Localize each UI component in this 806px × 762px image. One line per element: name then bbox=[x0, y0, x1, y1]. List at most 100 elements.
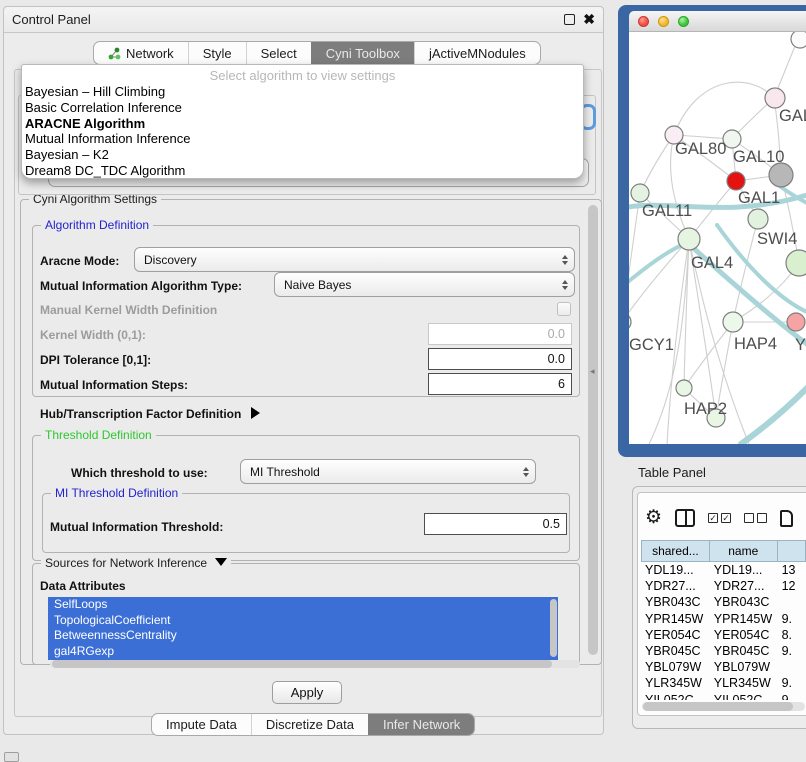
network-node-gal4[interactable] bbox=[678, 228, 700, 250]
combo-arrows-icon bbox=[562, 273, 568, 296]
attributes-hscroll-thumb[interactable] bbox=[52, 660, 552, 668]
network-edge[interactable] bbox=[629, 193, 640, 322]
attributes-hscroll-track[interactable] bbox=[50, 660, 580, 668]
network-node-gal11[interactable] bbox=[631, 184, 649, 202]
tab-style[interactable]: Style bbox=[188, 42, 246, 64]
aracne-mode-combobox[interactable]: Discovery bbox=[134, 247, 575, 272]
table-cell: YBR045C bbox=[710, 644, 778, 658]
tab-select[interactable]: Select bbox=[246, 42, 311, 64]
manual-kernel-label: Manual Kernel Width Definition bbox=[40, 303, 217, 317]
network-edge-highlighted[interactable] bbox=[629, 243, 687, 286]
attributes-list-scrollbar[interactable] bbox=[550, 599, 557, 657]
attribute-item[interactable]: BetweennessCentrality bbox=[48, 628, 558, 644]
network-edge[interactable] bbox=[640, 135, 674, 193]
table-row[interactable]: YLR345WYLR345W9. bbox=[641, 675, 806, 691]
apply-button[interactable]: Apply bbox=[272, 681, 342, 704]
network-window-titlebar[interactable] bbox=[629, 11, 806, 32]
network-node-hap2[interactable] bbox=[676, 380, 692, 396]
node-label: GAL bbox=[779, 107, 806, 125]
table-row[interactable]: YDL19...YDL19...13 bbox=[641, 562, 806, 578]
attribute-item[interactable]: SelfLoops bbox=[48, 597, 558, 613]
tab-discretize-data[interactable]: Discretize Data bbox=[251, 714, 368, 735]
network-canvas[interactable]: GALGAL80GAL10GAL1GAL11SWI4GAL4GCY1HAP4YH… bbox=[629, 32, 806, 444]
network-node-gcy1[interactable] bbox=[629, 313, 631, 331]
network-node[interactable] bbox=[769, 163, 793, 187]
splitter-collapse-icon[interactable]: ◂ bbox=[590, 366, 595, 377]
float-panel-icon[interactable] bbox=[564, 14, 575, 25]
table-row[interactable]: YBL079WYBL079W bbox=[641, 659, 806, 675]
table-row[interactable]: YPR145WYPR145W9. bbox=[641, 611, 806, 627]
network-node-y[interactable] bbox=[787, 313, 805, 331]
algorithm-option[interactable]: Basic Correlation Inference bbox=[22, 100, 583, 116]
data-attributes-list[interactable]: SelfLoopsTopologicalCoefficientBetweenne… bbox=[48, 597, 558, 660]
tab-network[interactable]: Network bbox=[94, 42, 188, 64]
tab-jactivemnodules[interactable]: jActiveMNodules bbox=[414, 42, 540, 64]
node-label: GAL10 bbox=[733, 148, 784, 166]
gear-icon[interactable]: ⚙ bbox=[645, 508, 662, 528]
table-cell: 12 bbox=[778, 579, 806, 593]
columns-icon[interactable] bbox=[675, 509, 695, 527]
kernel-width-field[interactable]: 0.0 bbox=[428, 323, 572, 345]
hub-definition-toggle[interactable]: Hub/Transcription Factor Definition bbox=[40, 407, 260, 421]
table-cell: YDR27... bbox=[710, 579, 778, 593]
algorithm-option[interactable]: Bayesian – K2 bbox=[22, 147, 583, 163]
network-edge[interactable] bbox=[684, 239, 689, 388]
column-header[interactable] bbox=[778, 540, 806, 562]
column-header[interactable]: shared... bbox=[641, 540, 710, 562]
algorithm-option[interactable]: Mutual Information Inference bbox=[22, 131, 583, 147]
network-node[interactable] bbox=[786, 250, 806, 276]
tab-infer-network[interactable]: Infer Network bbox=[368, 714, 474, 735]
node-label: HAP2 bbox=[684, 400, 727, 418]
settings-scrollbar[interactable] bbox=[588, 205, 598, 655]
network-node-gal[interactable] bbox=[765, 88, 785, 108]
attribute-item[interactable]: TopologicalCoefficient bbox=[48, 613, 558, 629]
node-attribute-table[interactable]: shared...name YDL19...YDL19...13YDR27...… bbox=[641, 540, 806, 700]
close-window-icon[interactable] bbox=[638, 16, 649, 27]
algorithm-option[interactable]: ARACNE Algorithm bbox=[22, 116, 583, 132]
zoom-window-icon[interactable] bbox=[678, 16, 689, 27]
algorithm-option[interactable]: Dream8 DC_TDC Algorithm bbox=[22, 163, 583, 179]
select-all-icon[interactable]: ✓ ✓ bbox=[708, 513, 731, 523]
mi-steps-field[interactable]: 6 bbox=[428, 373, 572, 395]
export-table-icon[interactable] bbox=[780, 510, 793, 527]
algorithm-option[interactable]: Bayesian – Hill Climbing bbox=[22, 84, 583, 100]
deselect-all-icon[interactable] bbox=[744, 513, 767, 523]
manual-kernel-checkbox[interactable] bbox=[557, 302, 571, 316]
collapsed-panel-grip[interactable] bbox=[4, 752, 19, 762]
table-hscroll-track[interactable] bbox=[642, 702, 805, 711]
algorithm-definition-title: Algorithm Definition bbox=[41, 218, 153, 232]
aracne-mode-value: Discovery bbox=[144, 253, 197, 267]
table-hscroll-thumb[interactable] bbox=[643, 702, 793, 711]
network-node[interactable] bbox=[791, 32, 806, 48]
network-node-hap4[interactable] bbox=[723, 312, 743, 332]
expanded-arrow-icon bbox=[215, 558, 227, 566]
mi-threshold-field[interactable]: 0.5 bbox=[424, 513, 567, 535]
column-header[interactable]: name bbox=[710, 540, 778, 562]
table-row[interactable]: YDR27...YDR27...12 bbox=[641, 578, 806, 594]
mi-type-combobox[interactable]: Naive Bayes bbox=[274, 272, 575, 297]
tab-impute-data[interactable]: Impute Data bbox=[152, 714, 251, 735]
network-edge-highlighted[interactable] bbox=[741, 388, 806, 444]
checked-box-icon: ✓ bbox=[721, 513, 731, 523]
table-cell: 9. bbox=[778, 644, 806, 658]
attribute-item[interactable]: gal4RGexp bbox=[48, 644, 558, 660]
sources-group-title[interactable]: Sources for Network Inference bbox=[41, 556, 231, 570]
mi-threshold-label: Mutual Information Threshold: bbox=[50, 520, 223, 534]
table-row[interactable]: YER054CYER054C8. bbox=[641, 627, 806, 643]
table-row[interactable]: YBR043CYBR043C bbox=[641, 594, 806, 610]
table-row[interactable]: YIL052CYIL052C9 bbox=[641, 692, 806, 701]
tab-cyni-toolbox[interactable]: Cyni Toolbox bbox=[311, 42, 414, 64]
which-threshold-combobox[interactable]: MI Threshold bbox=[240, 459, 536, 484]
dpi-tolerance-field[interactable]: 0.0 bbox=[428, 348, 572, 370]
minimize-window-icon[interactable] bbox=[658, 16, 669, 27]
table-cell: YER054C bbox=[710, 628, 778, 642]
table-row[interactable]: YBR045CYBR045C9. bbox=[641, 643, 806, 659]
network-node-gal1[interactable] bbox=[727, 172, 745, 190]
close-icon[interactable]: ✖ bbox=[583, 14, 595, 25]
network-node-swi4[interactable] bbox=[748, 209, 768, 229]
sources-title-text: Sources for Network Inference bbox=[45, 556, 207, 570]
algorithm-placeholder: Select algorithm to view settings bbox=[22, 65, 583, 84]
network-edge[interactable] bbox=[674, 82, 774, 135]
table-cell: YBL079W bbox=[641, 660, 710, 674]
panel-title: Control Panel bbox=[12, 12, 91, 27]
